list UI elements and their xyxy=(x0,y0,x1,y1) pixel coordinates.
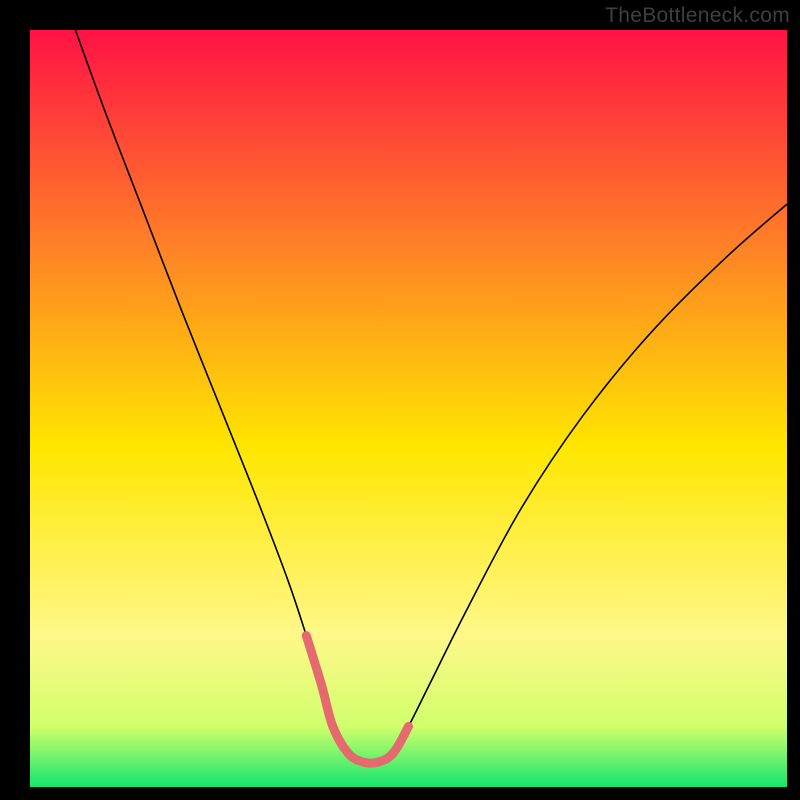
chart-stage: TheBottleneck.com xyxy=(0,0,800,800)
bottleneck-chart xyxy=(0,0,800,800)
watermark-text: TheBottleneck.com xyxy=(605,4,790,28)
plot-background xyxy=(30,30,787,787)
